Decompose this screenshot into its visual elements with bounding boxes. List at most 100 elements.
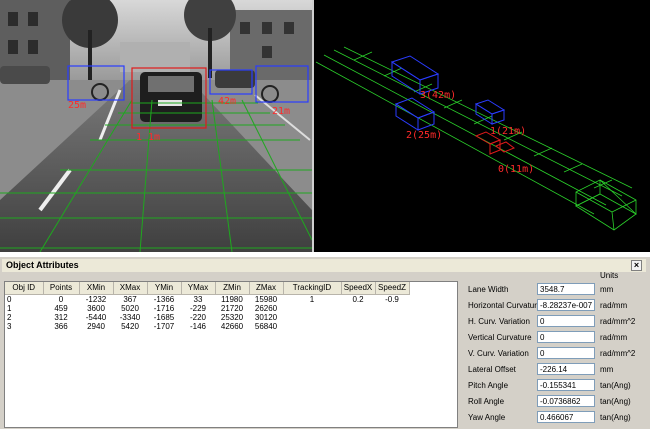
object-table: Obj ID Points XMin XMax YMin YMax ZMin Z…	[5, 282, 410, 331]
table-row[interactable]: 3 366 2940 5420 -1707 -146 42660 56840	[5, 322, 409, 331]
distance-label: 1 1m	[136, 132, 160, 143]
camera-image: 25m 1 1m 42m 21m	[0, 0, 312, 252]
cell-zmax: 15980	[254, 294, 278, 304]
window-title: Object Attributes	[6, 260, 79, 270]
cell-points: 0	[58, 294, 64, 304]
cell-ymin: -1366	[153, 294, 175, 304]
table-row[interactable]: 1 459 3600 5020 -1716 -229 21720 26260	[5, 304, 409, 313]
column-header[interactable]: XMin	[79, 282, 114, 295]
cell-points: 312	[54, 312, 68, 322]
attr-unit: tan(Ang)	[600, 413, 631, 422]
attr-unit: rad/mm^2	[600, 317, 636, 326]
cell-speed-z	[375, 322, 409, 331]
attr-value-field[interactable]: -0.0736862	[537, 395, 595, 407]
lane-attributes-panel: Units Lane Width 3548.7 mm Horizontal Cu…	[464, 271, 646, 429]
cell-zmin: 25320	[220, 312, 244, 322]
cell-zmin: 21720	[220, 303, 244, 313]
attr-unit: tan(Ang)	[600, 397, 631, 406]
cell-tracking-id: 1	[309, 294, 315, 304]
scene-label: 1(21m)	[490, 126, 526, 137]
object-attributes-window: Object Attributes × Obj ID Points XMin X…	[0, 256, 650, 429]
attr-value-field[interactable]: -8.28237e-007	[537, 299, 595, 311]
cell-obj-id: 0	[7, 294, 12, 304]
column-header[interactable]: SpeedZ	[375, 282, 410, 295]
cell-xmax: 5420	[121, 321, 139, 331]
scene-label: 0(11m)	[498, 164, 534, 175]
table-row[interactable]: 0 0 -1232 367 -1366 33 11980 15980 1 0.2…	[5, 294, 409, 304]
attr-horizontal-curvature: Horizontal Curvature -8.28237e-007 rad/m…	[464, 299, 646, 313]
column-header[interactable]: YMax	[181, 282, 216, 295]
cell-tracking-id	[283, 322, 341, 331]
column-header[interactable]: SpeedX	[341, 282, 376, 295]
cell-xmin: 3600	[87, 303, 105, 313]
attr-label: V. Curv. Variation	[468, 349, 529, 358]
cell-xmin: -5440	[85, 312, 107, 322]
table-row[interactable]: 2 312 -5440 -3340 -1685 -220 25320 30120	[5, 313, 409, 322]
cell-ymax: 33	[193, 294, 203, 304]
cell-tracking-id	[283, 313, 341, 322]
attr-yaw-angle: Yaw Angle 0.466067 tan(Ang)	[464, 411, 646, 425]
cell-speed-x	[341, 304, 375, 313]
attr-value-field[interactable]: -226.14	[537, 363, 595, 375]
attr-label: Yaw Angle	[468, 413, 506, 422]
lane-mesh	[315, 46, 637, 231]
cell-xmin: 2940	[87, 321, 105, 331]
attr-label: Vertical Curvature	[468, 333, 532, 342]
attr-label: Lateral Offset	[468, 365, 516, 374]
attr-unit: tan(Ang)	[600, 381, 631, 390]
attr-unit: mm	[600, 365, 614, 374]
attr-v-curv-variation: V. Curv. Variation 0 rad/mm^2	[464, 347, 646, 361]
attr-value-field[interactable]: 0	[537, 331, 595, 343]
attr-unit: rad/mm^2	[600, 349, 636, 358]
attr-value-field[interactable]: -0.155341	[537, 379, 595, 391]
cell-points: 366	[54, 321, 68, 331]
attr-h-curv-variation: H. Curv. Variation 0 rad/mm^2	[464, 315, 646, 329]
cell-xmin: -1232	[85, 294, 107, 304]
attr-value-field[interactable]: 0.466067	[537, 411, 595, 423]
cell-ymin: -1707	[153, 321, 175, 331]
cell-ymin: -1716	[153, 303, 175, 313]
attr-lateral-offset: Lateral Offset -226.14 mm	[464, 363, 646, 377]
object-box-3	[390, 55, 440, 95]
attr-value-field[interactable]: 3548.7	[537, 283, 595, 295]
attr-label: Lane Width	[468, 285, 509, 294]
cell-speed-x	[341, 322, 375, 331]
cell-obj-id: 3	[7, 321, 12, 331]
column-header[interactable]: ZMax	[249, 282, 284, 295]
cell-speed-z	[375, 304, 409, 313]
column-header[interactable]: XMax	[113, 282, 148, 295]
cell-speed-x: 0.2	[352, 294, 364, 304]
attr-label: Horizontal Curvature	[468, 301, 542, 310]
distance-label: 42m	[218, 96, 236, 107]
attr-label: Pitch Angle	[468, 381, 509, 390]
cell-speed-z: -0.9	[385, 294, 399, 304]
column-header[interactable]: Obj ID	[5, 282, 44, 295]
object-list[interactable]: Obj ID Points XMin XMax YMin YMax ZMin Z…	[4, 281, 458, 428]
attr-unit: rad/mm	[600, 301, 628, 310]
cell-obj-id: 1	[7, 303, 12, 313]
attr-value-field[interactable]: 0	[537, 347, 595, 359]
cell-zmin: 42660	[220, 321, 244, 331]
column-header[interactable]: YMin	[147, 282, 182, 295]
cell-speed-z	[375, 313, 409, 322]
attr-value-field[interactable]: 0	[537, 315, 595, 327]
cell-xmax: 5020	[121, 303, 139, 313]
object-box-2	[394, 97, 436, 131]
object-box-0-side	[489, 139, 501, 155]
attr-label: Roll Angle	[468, 397, 505, 406]
cell-tracking-id	[283, 304, 341, 313]
distance-label: 21m	[272, 106, 290, 117]
attr-pitch-angle: Pitch Angle -0.155341 tan(Ang)	[464, 379, 646, 393]
distance-label: 25m	[68, 100, 86, 111]
cell-ymax: -220	[189, 312, 206, 322]
attr-roll-angle: Roll Angle -0.0736862 tan(Ang)	[464, 395, 646, 409]
close-button[interactable]: ×	[631, 260, 642, 271]
units-header: Units	[600, 271, 619, 280]
table-header-row: Obj ID Points XMin XMax YMin YMax ZMin Z…	[5, 282, 410, 295]
cell-zmax: 26260	[254, 303, 278, 313]
column-header[interactable]: ZMin	[215, 282, 250, 295]
column-header[interactable]: TrackingID	[283, 282, 342, 295]
cell-xmax: 367	[123, 294, 137, 304]
column-header[interactable]: Points	[43, 282, 80, 295]
cell-ymax: -229	[189, 303, 206, 313]
